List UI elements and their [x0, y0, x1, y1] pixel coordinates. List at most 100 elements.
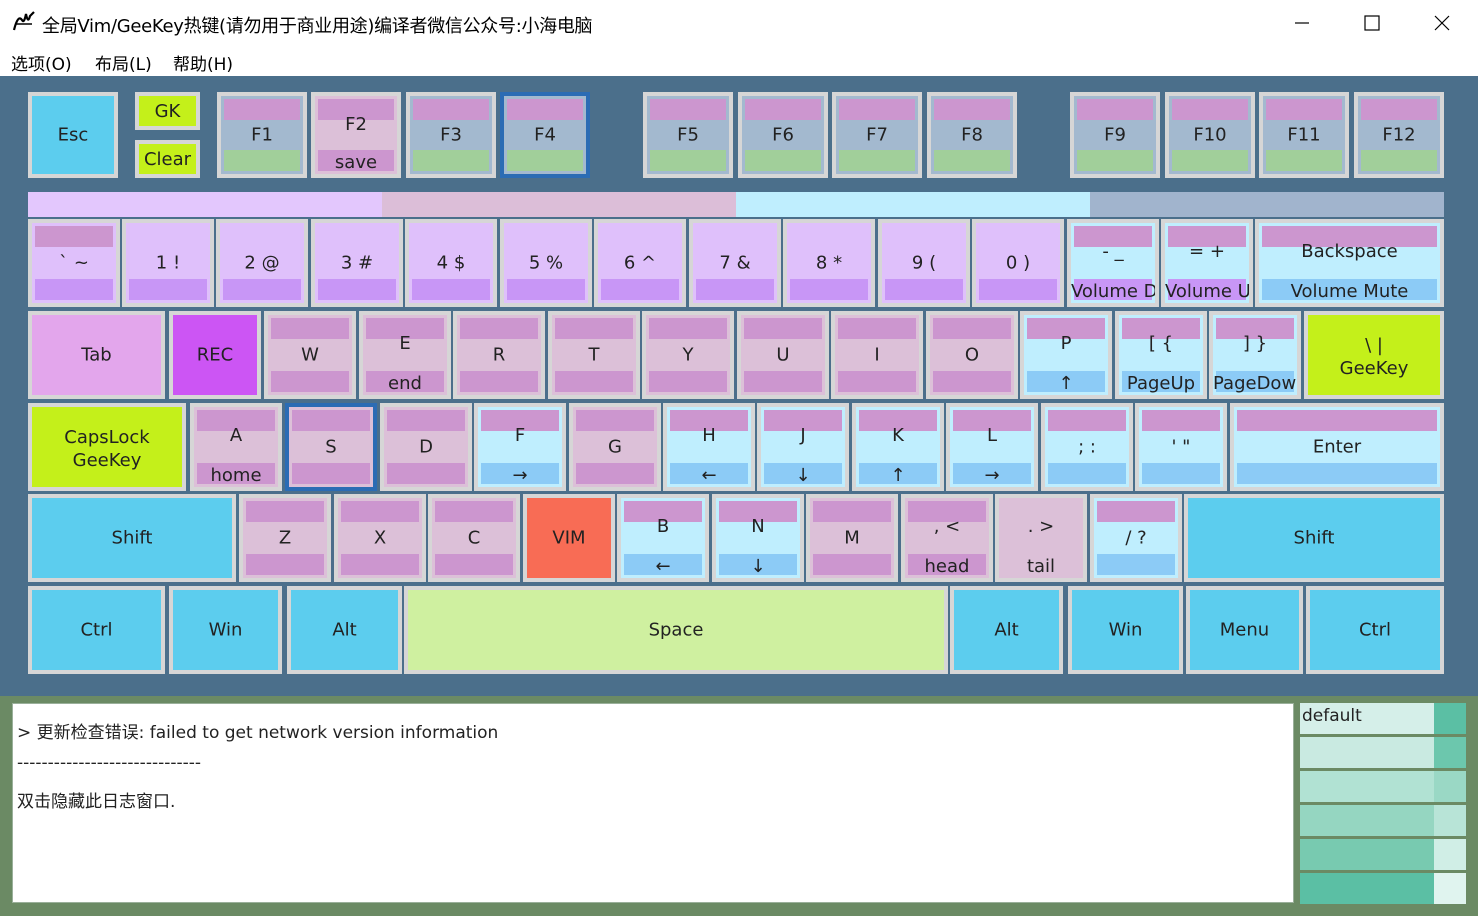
key-d[interactable]: D	[380, 403, 472, 491]
key-8[interactable]: 8 *	[783, 219, 875, 307]
key-e[interactable]: Eend	[359, 311, 451, 399]
key-symbol[interactable]: - _ Volume Down	[1067, 219, 1159, 307]
menu-help[interactable]: 帮助(H)	[173, 50, 233, 75]
layout-item-fill	[1300, 737, 1434, 768]
layout-item[interactable]	[1300, 873, 1466, 904]
key-9[interactable]: 9 (	[878, 219, 970, 307]
layout-item[interactable]	[1300, 737, 1466, 768]
menu-options[interactable]: 选项(O)	[11, 50, 72, 75]
key-sublabel: GeeKey	[1339, 358, 1409, 379]
key-tab[interactable]: Tab	[28, 311, 165, 399]
key-alt[interactable]: Alt	[950, 586, 1063, 674]
key-c[interactable]: C	[428, 494, 520, 582]
key-symbol[interactable]: ' "	[1135, 403, 1227, 491]
key-f10[interactable]: F10	[1165, 92, 1255, 178]
key-w[interactable]: W	[264, 311, 356, 399]
key-i[interactable]: I	[831, 311, 923, 399]
key-f7[interactable]: F7	[832, 92, 922, 178]
key-label: T	[588, 344, 600, 366]
key-symbol[interactable]: . > tail	[995, 494, 1087, 582]
key-h[interactable]: H ←	[663, 403, 755, 491]
key-n[interactable]: N ↓	[712, 494, 804, 582]
key-a[interactable]: Ahome	[190, 403, 282, 491]
key-bottom-band	[435, 554, 513, 575]
layout-item-swatch	[1434, 703, 1466, 734]
key-l[interactable]: L →	[946, 403, 1038, 491]
layout-item[interactable]: default	[1300, 703, 1466, 734]
key-j[interactable]: J ↓	[757, 403, 849, 491]
key-4[interactable]: 4 $	[405, 219, 497, 307]
key-f12[interactable]: F12	[1354, 92, 1444, 178]
layout-item[interactable]	[1300, 805, 1466, 836]
key-f11[interactable]: F11	[1259, 92, 1349, 178]
key-backspace[interactable]: Backspace Volume Mute	[1255, 219, 1444, 307]
key-top-band	[838, 318, 916, 339]
key-r[interactable]: R	[453, 311, 545, 399]
key-esc[interactable]: Esc	[28, 92, 118, 178]
key-3[interactable]: 3 #	[311, 219, 403, 307]
key-0[interactable]: 0 )	[972, 219, 1064, 307]
key-symbol[interactable]: , < head	[901, 494, 993, 582]
close-button[interactable]	[1407, 0, 1477, 46]
key-symbol[interactable]: = + Volume Up	[1161, 219, 1253, 307]
maximize-button[interactable]	[1337, 0, 1407, 46]
key-f5[interactable]: F5	[643, 92, 733, 178]
key-space[interactable]: Space	[404, 586, 948, 674]
minimize-button[interactable]	[1267, 0, 1337, 46]
key-symbol[interactable]: \ | GeeKey	[1304, 311, 1444, 399]
key-sublabel: Volume Down	[1071, 281, 1158, 302]
key-b[interactable]: B ←	[617, 494, 709, 582]
key-m[interactable]: M	[806, 494, 898, 582]
key-win[interactable]: Win	[169, 586, 282, 674]
key-2[interactable]: 2 @	[216, 219, 308, 307]
key-f3[interactable]: F3	[406, 92, 496, 178]
key-ctrl[interactable]: Ctrl	[28, 586, 165, 674]
key-ctrl[interactable]: Ctrl	[1306, 586, 1444, 674]
key-f6[interactable]: F6	[738, 92, 828, 178]
key-capslock[interactable]: CapsLock GeeKey	[28, 403, 186, 491]
key-7[interactable]: 7 &	[689, 219, 781, 307]
layout-item[interactable]	[1300, 771, 1466, 802]
key-t[interactable]: T	[548, 311, 640, 399]
key-f1[interactable]: F1	[217, 92, 307, 178]
key-vim[interactable]: VIM	[523, 494, 615, 582]
key-bottom-band	[507, 279, 585, 300]
key-label: R	[492, 344, 506, 366]
key-g[interactable]: G	[569, 403, 661, 491]
key-o[interactable]: O	[926, 311, 1018, 399]
gk-button[interactable]: GK	[135, 92, 200, 130]
key-symbol[interactable]: ` ~	[28, 219, 120, 307]
key-p[interactable]: P ↑	[1020, 311, 1112, 399]
key-shift[interactable]: Shift	[28, 494, 236, 582]
key-u[interactable]: U	[737, 311, 829, 399]
key-rec[interactable]: REC	[169, 311, 261, 399]
key-f9[interactable]: F9	[1070, 92, 1160, 178]
key-f4[interactable]: F4	[500, 92, 590, 178]
key-f2[interactable]: F2 save	[311, 92, 401, 178]
key-menu[interactable]: Menu	[1186, 586, 1303, 674]
clear-button[interactable]: Clear	[135, 140, 200, 178]
key-s[interactable]: S	[285, 403, 377, 491]
layout-item[interactable]	[1300, 839, 1466, 870]
key-f8[interactable]: F8	[927, 92, 1017, 178]
key-z[interactable]: Z	[239, 494, 331, 582]
key-symbol[interactable]: [ {PageUp	[1115, 311, 1207, 399]
key-1[interactable]: 1 !	[122, 219, 214, 307]
key-symbol[interactable]: ] } PageDown	[1209, 311, 1301, 399]
key-win[interactable]: Win	[1068, 586, 1183, 674]
key-alt[interactable]: Alt	[287, 586, 402, 674]
key-5[interactable]: 5 %	[500, 219, 592, 307]
key-bottom-band	[129, 279, 207, 300]
menu-layout[interactable]: 布局(L)	[95, 50, 152, 75]
key-k[interactable]: K ↑	[852, 403, 944, 491]
key-enter[interactable]: Enter	[1230, 403, 1444, 491]
key-sublabel: ↑	[890, 465, 906, 486]
key-6[interactable]: 6 ^	[594, 219, 686, 307]
key-y[interactable]: Y	[642, 311, 734, 399]
key-f[interactable]: F →	[474, 403, 566, 491]
log-window[interactable]: > 更新检查错误: failed to get network version …	[12, 703, 1294, 903]
key-symbol[interactable]: ; :	[1041, 403, 1133, 491]
key-shift[interactable]: Shift	[1184, 494, 1444, 582]
key-x[interactable]: X	[334, 494, 426, 582]
key-symbol[interactable]: / ?	[1090, 494, 1182, 582]
